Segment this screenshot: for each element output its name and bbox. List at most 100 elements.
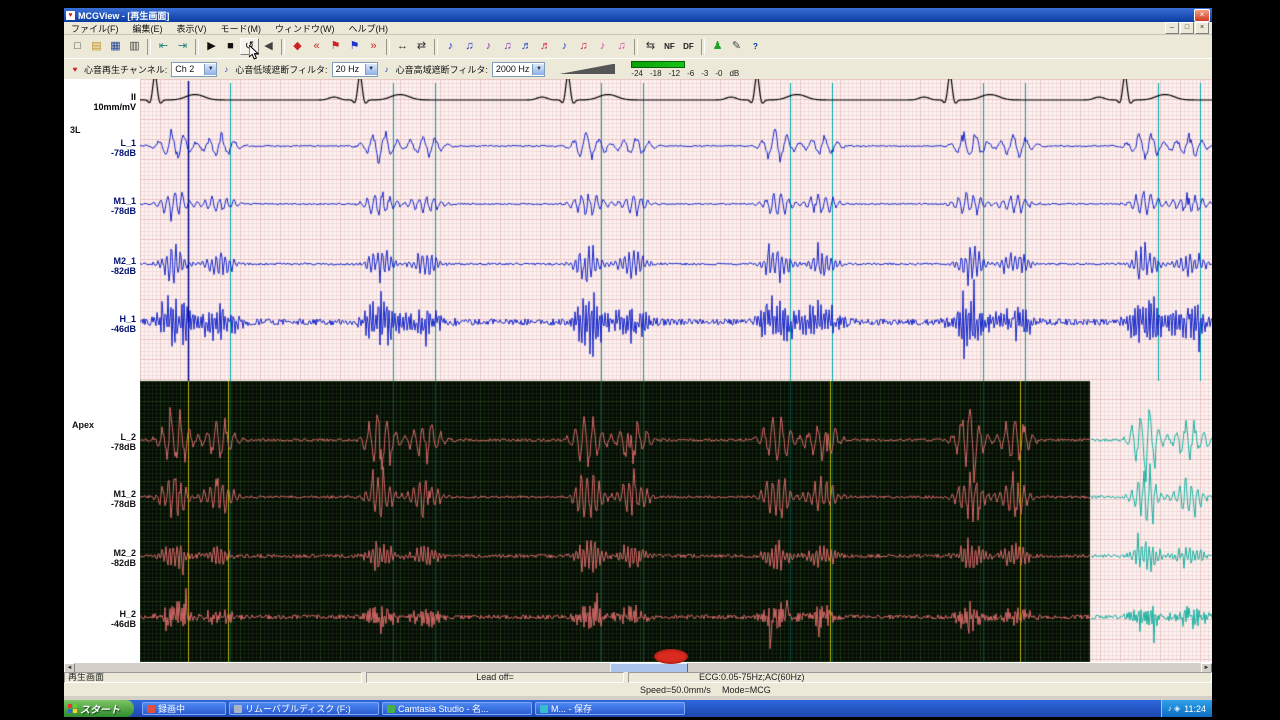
chevron-down-icon[interactable]: ▼ <box>365 64 377 75</box>
db-tick: -18 <box>650 69 662 78</box>
level-meter: -24-18-12-6-3-0dB <box>631 61 746 78</box>
toolbar-separator <box>195 39 199 55</box>
sound-mark-blue-button[interactable]: ♪ <box>441 38 460 55</box>
channel-select[interactable]: Ch 2 ▼ <box>171 62 217 77</box>
lowcut-label: 心音低域遮断フィルタ: <box>235 63 327 76</box>
db-tick: -0 <box>715 69 722 78</box>
toolbar-separator <box>634 39 638 55</box>
channel-label-h_1: H_1-46dB <box>111 314 136 334</box>
sound-mark-pink-2-button[interactable]: ♫ <box>612 38 631 55</box>
waveform-area: II10mm/mV3LL_1-78dBM1_1-78dBM2_1-82dBH_1… <box>64 79 1212 662</box>
toolbar-separator <box>281 39 285 55</box>
highcut-select[interactable]: 2000 Hz ▼ <box>492 62 546 77</box>
db-tick: dB <box>729 69 739 78</box>
channel-label-m2_1: M2_1-82dB <box>111 256 136 276</box>
title-bar[interactable]: ♥ MCGView - [再生画面] × <box>64 8 1212 22</box>
df-filter-button[interactable]: DF <box>679 38 698 55</box>
task-icon <box>540 705 548 713</box>
print-button[interactable]: ▥ <box>125 38 144 55</box>
nf-filter-button[interactable]: NF <box>660 38 679 55</box>
task-label: M... - 保存 <box>551 702 592 715</box>
db-tick: -6 <box>687 69 694 78</box>
swap-channels-button[interactable]: ⇆ <box>641 38 660 55</box>
db-scale: -24-18-12-6-3-0dB <box>631 69 746 78</box>
lowcut-value: 20 Hz <box>333 64 365 74</box>
status-leadoff: Lead off= <box>366 672 624 683</box>
taskbar-task-4[interactable]: M... - 保存 <box>535 702 685 715</box>
status-speed: Speed=50.0mm/s <box>640 685 711 695</box>
close-button[interactable]: × <box>1194 9 1210 22</box>
new-document-button[interactable]: □ <box>68 38 87 55</box>
horizontal-scrollbar[interactable]: ◄ ► <box>64 662 1212 672</box>
toolbar-separator <box>434 39 438 55</box>
expand-range-button[interactable]: ↔ <box>393 38 412 55</box>
taskbar-task-1[interactable]: 録画中 <box>142 702 226 715</box>
start-label: スタート <box>80 701 120 716</box>
channel-label-m1_1: M1_1-78dB <box>111 196 136 216</box>
tray-icons[interactable]: ♪ ◈ <box>1168 704 1180 713</box>
play-button[interactable]: ▶ <box>202 38 221 55</box>
start-button[interactable]: スタート <box>64 700 134 717</box>
event-marker-button[interactable]: ◆ <box>288 38 307 55</box>
mdi-close-button[interactable]: × <box>1195 22 1209 34</box>
channel-label-m1_2: M1_2-78dB <box>111 489 136 509</box>
goto-first-mark-button[interactable]: « <box>307 38 326 55</box>
level-meter-bar <box>631 61 685 68</box>
task-icon <box>387 705 395 713</box>
menu-bar: ファイル(F)編集(E)表示(V)モード(M)ウィンドウ(W)ヘルプ(H) –□× <box>64 22 1212 35</box>
taskbar: スタート 録画中 リムーバブルディスク (F:) Camtasia Studio -… <box>64 700 1212 717</box>
next-exam-button[interactable]: ⇥ <box>173 38 192 55</box>
status-bar: 再生画面 Lead off= ECG:0.05-75Hz;AC(60Hz) <box>64 672 1212 684</box>
sound-mark-purple-2-button[interactable]: ♫ <box>498 38 517 55</box>
menu-item-4[interactable]: モード(M) <box>214 22 269 35</box>
sound-down-blue-button[interactable]: ♪ <box>555 38 574 55</box>
edit-button[interactable]: ✎ <box>727 38 746 55</box>
sound-mark-pink-button[interactable]: ♪ <box>593 38 612 55</box>
db-tick: -3 <box>701 69 708 78</box>
prev-exam-button[interactable]: ⇤ <box>154 38 173 55</box>
save-button[interactable]: ▦ <box>106 38 125 55</box>
sound-down-red-button[interactable]: ♫ <box>574 38 593 55</box>
menu-item-5[interactable]: ウィンドウ(W) <box>268 22 342 35</box>
note-icon: ♪ <box>221 65 231 74</box>
chevron-down-icon[interactable]: ▼ <box>204 64 216 75</box>
waveform-display[interactable] <box>140 79 1212 662</box>
record-indicator <box>654 649 688 664</box>
flag-red-button[interactable]: ⚑ <box>326 38 345 55</box>
taskbar-task-3[interactable]: Camtasia Studio - 名... <box>382 702 532 715</box>
status-bar-2: Speed=50.0mm/s Mode=MCG <box>64 684 1212 696</box>
toolbar-separator <box>147 39 151 55</box>
task-label: リムーバブルディスク (F:) <box>245 702 351 715</box>
status-mode: 再生画面 <box>64 672 362 683</box>
rewind-button[interactable]: ◀ <box>259 38 278 55</box>
sound-up-blue-button[interactable]: ♬ <box>517 38 536 55</box>
taskbar-task-2[interactable]: リムーバブルディスク (F:) <box>229 702 379 715</box>
lowcut-select[interactable]: 20 Hz ▼ <box>332 62 378 77</box>
channel-label: 心音再生チャンネル: <box>84 63 167 76</box>
stop-button[interactable]: ■ <box>221 38 240 55</box>
menu-item-6[interactable]: ヘルプ(H) <box>342 22 396 35</box>
sound-up-red-button[interactable]: ♬ <box>536 38 555 55</box>
status-ecg-filter: ECG:0.05-75Hz;AC(60Hz) <box>628 672 1212 683</box>
open-file-button[interactable]: ▤ <box>87 38 106 55</box>
shift-range-button[interactable]: ⇄ <box>412 38 431 55</box>
sound-mark-blue-2-button[interactable]: ♫ <box>460 38 479 55</box>
patient-button[interactable]: ♟ <box>708 38 727 55</box>
channel-label-ecg: II10mm/mV <box>93 92 136 112</box>
volume-slider[interactable] <box>559 64 615 75</box>
toolbar-separator <box>386 39 390 55</box>
goto-last-mark-button[interactable]: » <box>364 38 383 55</box>
channel-label-m2_2: M2_2-82dB <box>111 548 136 568</box>
menu-item-2[interactable]: 編集(E) <box>126 22 170 35</box>
chevron-down-icon[interactable]: ▼ <box>532 64 544 75</box>
mdi-restore-button[interactable]: □ <box>1180 22 1194 34</box>
toolbar-separator <box>701 39 705 55</box>
sound-mark-purple-button[interactable]: ♪ <box>479 38 498 55</box>
help-button[interactable]: ? <box>746 38 765 55</box>
menu-item-1[interactable]: ファイル(F) <box>64 22 126 35</box>
menu-item-3[interactable]: 表示(V) <box>170 22 214 35</box>
flag-blue-button[interactable]: ⚑ <box>345 38 364 55</box>
note-icon: ♪ <box>382 65 392 74</box>
windows-logo-icon <box>68 704 77 713</box>
mdi-minimize-button[interactable]: – <box>1165 22 1179 34</box>
